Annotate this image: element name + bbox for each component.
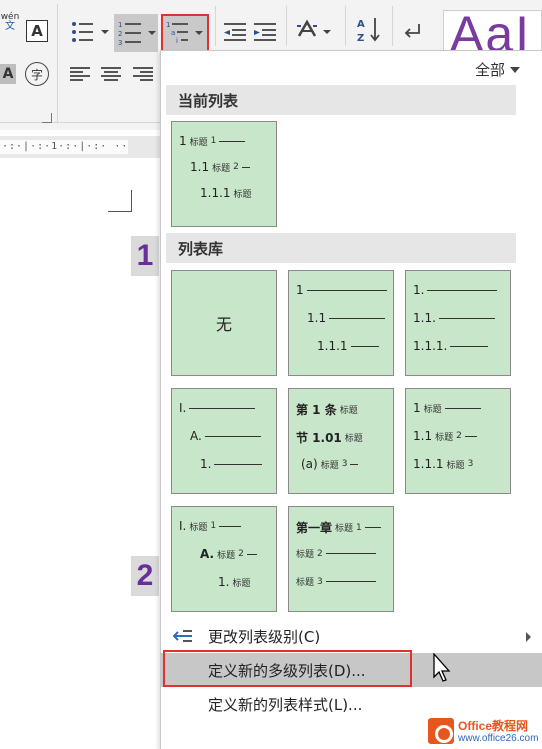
- show-marks-button[interactable]: [402, 20, 424, 42]
- tile-line: A. 标题 2: [200, 547, 257, 561]
- tile-line: 标题 2: [293, 547, 376, 560]
- tile-line: I.: [179, 401, 256, 415]
- svg-text:Z: Z: [357, 33, 364, 44]
- tile-line: 1.1.1: [317, 339, 379, 353]
- list-library-tile-roman-heading[interactable]: I. 标题 1 A. 标题 2 1. 标题: [171, 506, 277, 612]
- tile-line: 节 1.01 标题: [296, 431, 363, 445]
- numbering-icon: 1 2 3: [118, 21, 156, 47]
- svg-text:1: 1: [118, 21, 122, 29]
- tile-line: I. 标题 1: [179, 519, 242, 533]
- multilevel-list-icon: 1 a i: [166, 21, 203, 45]
- bullets-icon: [72, 22, 109, 42]
- paragraph-mark-icon: [404, 24, 420, 38]
- tile-line: 1.1.1.: [413, 339, 489, 353]
- define-new-list-highlight: [163, 650, 412, 687]
- chevron-down-icon: [510, 66, 520, 73]
- tile-line: 1.1.1 标题 3: [413, 457, 474, 471]
- list-library-tile-article-section[interactable]: 第 1 条标题 节 1.01 标题 (a) 标题 3: [288, 388, 394, 494]
- decrease-indent-button[interactable]: [222, 20, 248, 44]
- ribbon-separator: [215, 6, 216, 46]
- align-left-button[interactable]: [68, 64, 92, 84]
- logo-name: Office教程网: [458, 719, 529, 733]
- sort-button[interactable]: A Z: [356, 16, 382, 44]
- tile-line: 1 标题: [413, 401, 481, 415]
- none-label: 无: [215, 315, 232, 334]
- tile-line: (a) 标题 3: [301, 457, 359, 471]
- tile-line: A.: [190, 429, 261, 443]
- tile-line: 1.1.1 标题: [200, 186, 252, 200]
- ruler-ticks: ·:·|·:·1·:·|·:· ··: [2, 141, 129, 152]
- character-border-button[interactable]: A: [26, 20, 48, 42]
- align-right-button[interactable]: [131, 64, 155, 84]
- numbering-button[interactable]: 1 2 3: [114, 14, 158, 52]
- chinese-layout-icon: [297, 19, 331, 37]
- filter-label: 全部: [474, 61, 505, 79]
- chinese-layout-button[interactable]: [295, 18, 335, 44]
- increase-indent-button[interactable]: [252, 20, 278, 44]
- tile-line: 1.: [200, 457, 263, 471]
- increase-indent-icon: [254, 23, 276, 41]
- tile-line: 1.1 标题 2: [413, 429, 477, 443]
- change-list-level-item[interactable]: 更改列表级别(C): [161, 619, 542, 653]
- list-library-tile-none[interactable]: 无: [171, 270, 277, 376]
- chevron-right-icon: [526, 632, 531, 642]
- tile-line: 1.1.: [413, 311, 495, 325]
- tile-line: 1 标题 1: [179, 134, 246, 148]
- svg-text:1: 1: [166, 21, 170, 29]
- svg-text:A: A: [357, 19, 365, 30]
- character-shading-button[interactable]: A: [0, 64, 16, 84]
- office-logo-icon: [428, 718, 454, 744]
- ribbon-separator: [345, 6, 346, 46]
- ribbon-separator: [286, 6, 287, 46]
- ribbon-separator: [392, 6, 393, 46]
- mouse-cursor-icon: [433, 653, 451, 682]
- phonetic-guide-button[interactable]: wén 文: [0, 12, 20, 32]
- ribbon-separator: [0, 122, 160, 123]
- list-library-header: 列表库: [166, 233, 516, 263]
- multilevel-list-dropdown: 全部 当前列表 1 标题 1 1.1 标题 2 1.1.1 标题 列表库 无 1 1.1 …: [160, 50, 542, 749]
- align-center-icon: [101, 67, 121, 81]
- decrease-indent-icon: [224, 23, 246, 41]
- logo-url: www.office26.com: [458, 733, 539, 744]
- site-logo: Office教程网 www.office26.com: [425, 714, 542, 749]
- tile-line: 1.1 标题 2: [190, 160, 250, 174]
- tile-line: 标题 3: [293, 575, 376, 588]
- font-dialog-launcher-icon[interactable]: [42, 113, 52, 123]
- align-center-button[interactable]: [99, 64, 123, 84]
- change-level-icon: [172, 629, 193, 647]
- ribbon-separator: [57, 4, 58, 122]
- change-list-level-label: 更改列表级别(C): [208, 627, 321, 646]
- tile-line: 1. 标题: [218, 575, 251, 589]
- align-right-icon: [133, 67, 153, 81]
- list-filter-dropdown[interactable]: 全部: [475, 59, 520, 80]
- step-badge-1: 1: [131, 236, 159, 276]
- phonetic-char: 文: [5, 21, 15, 32]
- sort-icon: A Z: [357, 18, 380, 44]
- page-margin-corner: [108, 190, 132, 212]
- current-list-tile[interactable]: 1 标题 1 1.1 标题 2 1.1.1 标题: [171, 121, 277, 227]
- tile-line: 1.: [413, 283, 498, 297]
- multilevel-list-button[interactable]: 1 a i: [161, 14, 209, 52]
- step-badge-2: 2: [131, 556, 159, 596]
- svg-text:3: 3: [118, 39, 122, 47]
- list-library-tile-heading-numeric[interactable]: 1 标题 1.1 标题 2 1.1.1 标题 3: [405, 388, 511, 494]
- list-library-tile-chapter[interactable]: 第一章 标题 1 标题 2 标题 3: [288, 506, 394, 612]
- svg-text:i: i: [176, 37, 178, 45]
- define-new-list-style-label: 定义新的列表样式(L)...: [208, 695, 363, 714]
- tile-line: 1: [296, 283, 387, 297]
- svg-text:2: 2: [118, 30, 122, 38]
- list-library-tile-numeric-dot[interactable]: 1. 1.1. 1.1.1.: [405, 270, 511, 376]
- enclose-characters-button[interactable]: 字: [25, 62, 49, 86]
- tile-line: 1.1: [307, 311, 386, 325]
- align-left-icon: [70, 67, 90, 81]
- list-library-tile-roman[interactable]: I. A. 1.: [171, 388, 277, 494]
- svg-text:a: a: [171, 29, 175, 37]
- tile-line: 第一章 标题 1: [296, 519, 381, 536]
- list-library-tile-numeric[interactable]: 1 1.1 1.1.1: [288, 270, 394, 376]
- bullets-button[interactable]: [70, 20, 110, 44]
- current-list-header: 当前列表: [166, 85, 516, 115]
- tile-line: 第 1 条标题: [296, 403, 358, 417]
